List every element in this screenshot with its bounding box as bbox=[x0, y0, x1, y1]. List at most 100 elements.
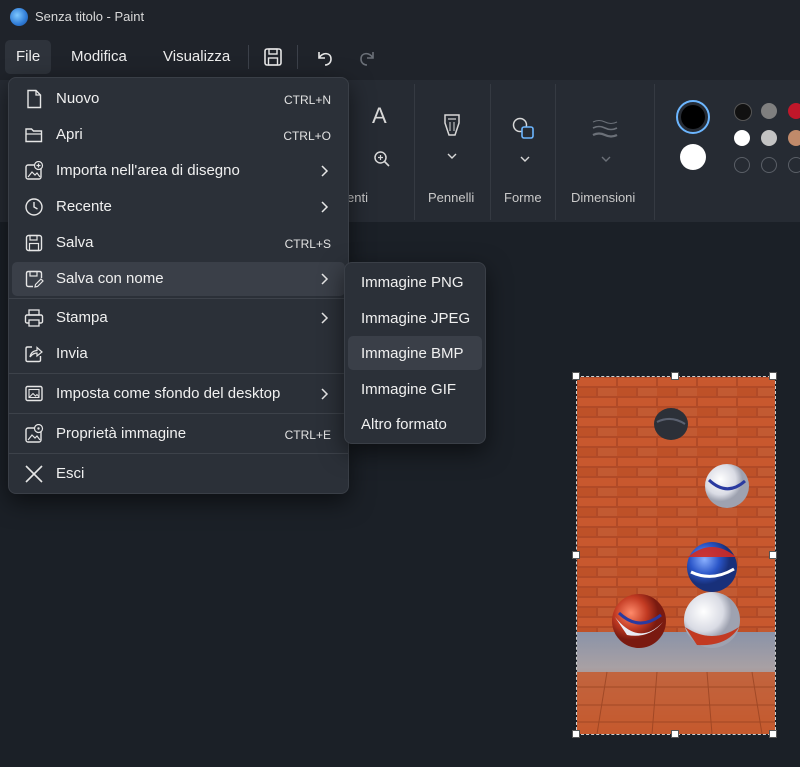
palette-swatch-red[interactable] bbox=[788, 103, 800, 119]
submenu-item-altro-formato[interactable]: Altro formato bbox=[348, 407, 482, 441]
new-file-icon bbox=[27, 89, 42, 109]
resize-handle[interactable] bbox=[572, 730, 580, 738]
shapes-icon[interactable] bbox=[511, 116, 537, 147]
menu-item-label: Stampa bbox=[56, 309, 108, 326]
palette-swatch-white[interactable] bbox=[734, 130, 750, 146]
menu-item-label: Nuovo bbox=[56, 90, 100, 107]
menu-item-label: Proprietà immagine bbox=[56, 425, 187, 442]
primary-color-swatch bbox=[681, 105, 705, 129]
forme-group-label: Forme bbox=[504, 190, 542, 205]
resize-handle[interactable] bbox=[671, 730, 679, 738]
menu-item-label: Invia bbox=[56, 345, 88, 362]
menu-item-imposta-sfondo[interactable]: Imposta come sfondo del desktop bbox=[12, 377, 345, 411]
submenu-item-gif[interactable]: Immagine GIF bbox=[348, 372, 482, 406]
menu-separator bbox=[9, 373, 348, 374]
open-folder-icon bbox=[25, 128, 43, 143]
ribbon-separator bbox=[414, 84, 415, 220]
ribbon-separator bbox=[654, 84, 655, 220]
submenu-item-png[interactable]: Immagine PNG bbox=[348, 265, 482, 299]
undo-icon[interactable] bbox=[310, 43, 338, 71]
chevron-right-icon bbox=[321, 388, 329, 400]
resize-handle[interactable] bbox=[769, 730, 777, 738]
chevron-right-icon bbox=[321, 165, 329, 177]
menu-item-label: Esci bbox=[56, 465, 85, 482]
image-properties-icon bbox=[25, 424, 44, 443]
palette-swatch-empty[interactable] bbox=[734, 157, 750, 173]
pennelli-group-label: Pennelli bbox=[428, 190, 475, 205]
resize-handle[interactable] bbox=[572, 372, 580, 380]
resize-handle[interactable] bbox=[769, 372, 777, 380]
resize-handle[interactable] bbox=[572, 551, 580, 559]
stroke-size-chevron-down-icon[interactable] bbox=[601, 150, 611, 168]
shortcut-label: CTRL+E bbox=[284, 428, 331, 442]
menu-item-recente[interactable]: Recente bbox=[12, 190, 345, 224]
brush-chevron-down-icon[interactable] bbox=[447, 147, 457, 165]
palette-swatch-brown[interactable] bbox=[788, 130, 800, 146]
file-menu-dropdown: Nuovo CTRL+N Apri CTRL+O Importa nell'ar… bbox=[8, 77, 349, 494]
submenu-item-jpeg[interactable]: Immagine JPEG bbox=[348, 301, 482, 335]
resize-handle[interactable] bbox=[671, 372, 679, 380]
primary-color-selector[interactable] bbox=[676, 100, 710, 134]
menu-item-label: Recente bbox=[56, 198, 112, 215]
submenu-item-label: Immagine BMP bbox=[361, 345, 464, 362]
save-as-icon bbox=[25, 270, 44, 288]
palette-swatch-empty[interactable] bbox=[788, 157, 800, 173]
shortcut-label: CTRL+S bbox=[284, 237, 331, 251]
clock-icon bbox=[25, 198, 43, 216]
menu-item-importa[interactable]: Importa nell'area di disegno bbox=[12, 154, 345, 188]
desktop-background-icon bbox=[25, 385, 43, 402]
menu-item-invia[interactable]: Invia bbox=[12, 337, 345, 371]
menu-item-salva-con-nome[interactable]: Salva con nome bbox=[12, 262, 345, 296]
import-image-icon bbox=[25, 161, 44, 180]
brush-icon[interactable] bbox=[441, 113, 463, 148]
menu-item-label: Salva bbox=[56, 234, 94, 251]
resize-handle[interactable] bbox=[769, 551, 777, 559]
submenu-item-label: Immagine JPEG bbox=[361, 310, 471, 327]
save-icon[interactable] bbox=[259, 43, 287, 71]
modifica-menu-button[interactable]: Modifica bbox=[60, 40, 138, 74]
menu-item-proprieta-immagine[interactable]: Proprietà immagine CTRL+E bbox=[12, 417, 345, 451]
share-icon bbox=[25, 346, 43, 363]
ribbon-separator bbox=[555, 84, 556, 220]
menubar-separator bbox=[297, 45, 298, 69]
menu-item-stampa[interactable]: Stampa bbox=[12, 301, 345, 335]
menu-item-label: Imposta come sfondo del desktop bbox=[56, 385, 281, 402]
submenu-item-bmp[interactable]: Immagine BMP bbox=[348, 336, 482, 370]
paint-app-icon bbox=[10, 8, 28, 26]
shortcut-label: CTRL+N bbox=[283, 93, 331, 107]
menu-item-nuovo[interactable]: Nuovo CTRL+N bbox=[12, 82, 345, 116]
save-icon bbox=[25, 234, 43, 252]
shortcut-label: CTRL+O bbox=[283, 129, 331, 143]
ribbon-separator bbox=[490, 84, 491, 220]
menu-separator bbox=[9, 453, 348, 454]
menu-item-label: Importa nell'area di disegno bbox=[56, 162, 240, 179]
chevron-right-icon bbox=[321, 312, 329, 324]
text-tool-icon[interactable]: A bbox=[372, 103, 387, 129]
close-icon bbox=[25, 465, 43, 483]
menu-item-esci[interactable]: Esci bbox=[12, 457, 345, 491]
chevron-right-icon bbox=[321, 273, 329, 285]
shapes-chevron-down-icon[interactable] bbox=[520, 150, 530, 168]
painting-brick-wall-balls bbox=[577, 377, 775, 734]
palette-swatch-black[interactable] bbox=[734, 103, 752, 121]
chevron-right-icon bbox=[321, 201, 329, 213]
printer-icon bbox=[24, 309, 44, 327]
magnifier-icon[interactable] bbox=[373, 150, 391, 173]
submenu-item-label: Immagine PNG bbox=[361, 274, 464, 291]
secondary-color-swatch[interactable] bbox=[680, 144, 706, 170]
menu-item-apri[interactable]: Apri CTRL+O bbox=[12, 118, 345, 152]
save-as-submenu: Immagine PNG Immagine JPEG Immagine BMP … bbox=[344, 262, 486, 444]
menu-item-salva[interactable]: Salva CTRL+S bbox=[12, 226, 345, 260]
submenu-item-label: Altro formato bbox=[361, 416, 447, 433]
visualizza-menu-button[interactable]: Visualizza bbox=[152, 40, 241, 74]
canvas-image[interactable] bbox=[576, 376, 776, 735]
menu-item-label: Apri bbox=[56, 126, 83, 143]
menu-separator bbox=[9, 298, 348, 299]
strumenti-group-label: enti bbox=[347, 190, 368, 205]
file-menu-button[interactable]: File bbox=[5, 40, 52, 74]
palette-swatch-light-gray[interactable] bbox=[761, 130, 777, 146]
palette-swatch-empty[interactable] bbox=[761, 157, 777, 173]
palette-swatch-gray[interactable] bbox=[761, 103, 777, 119]
redo-icon[interactable] bbox=[354, 43, 382, 71]
stroke-size-icon[interactable] bbox=[591, 119, 619, 144]
